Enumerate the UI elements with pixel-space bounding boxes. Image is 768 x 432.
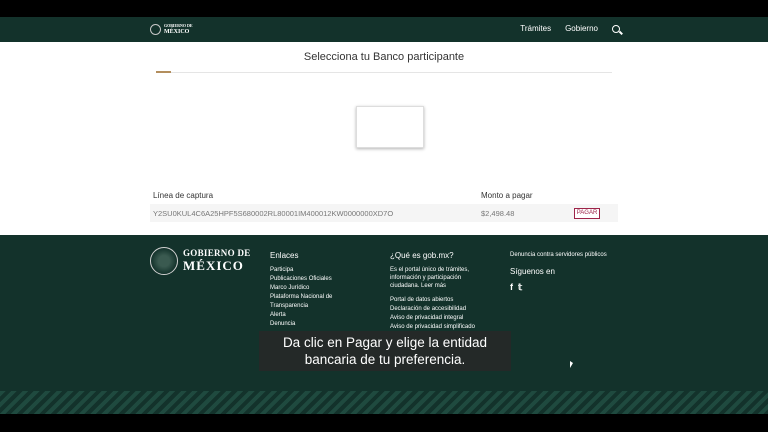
search-icon[interactable] <box>612 24 620 33</box>
footer-decorative-pattern <box>0 391 768 414</box>
footer-link-privacidad[interactable]: Aviso de privacidad integral <box>390 314 490 323</box>
title-accent-bar <box>156 71 171 73</box>
capture-line-header: Línea de captura <box>153 191 214 200</box>
footer-link-datos[interactable]: Portal de datos abiertos <box>390 296 490 305</box>
capture-line-value: Y2SU0KUL4C6A25HPF5S680002RL80001IM400012… <box>153 209 394 218</box>
footer-link-denuncia[interactable]: Denuncia <box>270 320 332 329</box>
national-seal-icon <box>150 23 161 35</box>
footer-about-column: ¿Qué es gob.mx? Es el portal único de tr… <box>390 251 490 332</box>
top-navbar: GOBIERNO DE MÉXICO Trámites Gobierno <box>0 17 768 42</box>
social-title: Síguenos en <box>510 267 555 276</box>
mouse-cursor-icon <box>570 361 573 368</box>
subtitle-line2: bancaria de tu preferencia. <box>304 352 466 367</box>
facebook-icon[interactable]: f <box>510 282 513 293</box>
amount-header: Monto a pagar <box>481 191 533 200</box>
gobierno-logo[interactable]: GOBIERNO DE MÉXICO <box>150 23 193 35</box>
footer-link-marco[interactable]: Marco Jurídico <box>270 284 332 293</box>
footer-links-column: Enlaces Participa Publicaciones Oficiale… <box>270 251 332 329</box>
footer-link-publicaciones[interactable]: Publicaciones Oficiales <box>270 275 332 284</box>
footer-link-participa[interactable]: Participa <box>270 266 332 275</box>
footer-logo[interactable]: GOBIERNO DE MÉXICO <box>150 247 251 275</box>
nav-gobierno[interactable]: Gobierno <box>565 24 598 33</box>
footer-logo-line1: GOBIERNO DE <box>183 248 251 258</box>
logo-line2: MÉXICO <box>164 29 190 35</box>
page-title: Selecciona tu Banco participante <box>303 51 465 63</box>
bank-option-card[interactable] <box>356 106 424 148</box>
about-text: Es el portal único de trámites, informac… <box>390 267 470 289</box>
links-title: Enlaces <box>270 251 299 260</box>
denuncia-link[interactable]: Denuncia contra servidores públicos <box>510 251 607 259</box>
footer-social-column: Denuncia contra servidores públicos Sígu… <box>510 251 607 293</box>
video-subtitle: Da clic en Pagar y elige la entidad banc… <box>259 331 511 371</box>
main-nav: Trámites Gobierno <box>520 24 620 33</box>
footer-logo-line2: MÉXICO <box>183 258 244 273</box>
footer-link-transparencia[interactable]: Transparencia <box>270 302 332 311</box>
twitter-icon[interactable]: 𝕥 <box>518 282 522 293</box>
subtitle-line1: Da clic en Pagar y elige la entidad <box>282 335 488 350</box>
nav-tramites[interactable]: Trámites <box>520 24 551 33</box>
footer-link-plataforma[interactable]: Plataforma Nacional de <box>270 293 332 302</box>
title-divider <box>156 72 612 73</box>
pay-button[interactable]: PAGAR <box>574 208 600 219</box>
national-seal-icon <box>150 247 178 275</box>
amount-value: $2,498.48 <box>481 209 515 218</box>
footer-link-alerta[interactable]: Alerta <box>270 311 332 320</box>
about-title: ¿Qué es gob.mx? <box>390 251 454 260</box>
footer-link-accesibilidad[interactable]: Declaración de accesibilidad <box>390 305 490 314</box>
